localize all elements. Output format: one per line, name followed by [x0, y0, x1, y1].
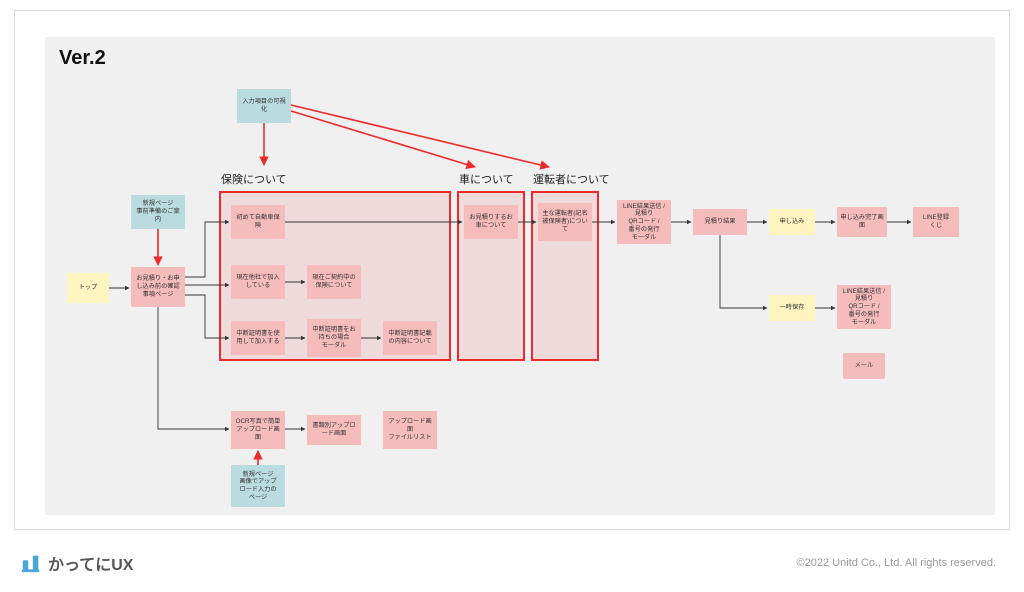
node-ocr-upload[interactable]: OCR写真で簡単アップロード画面 [231, 411, 285, 449]
node-have-interrupt[interactable]: 中断証明書をお持ちの場合モーダル [307, 319, 361, 357]
node-current-contract[interactable]: 現在ご契約中の保険について [307, 265, 361, 299]
group-label-insurance: 保険について [221, 171, 287, 187]
node-upload-list[interactable]: アップロード画面ファイルリスト [383, 411, 437, 449]
node-apply[interactable]: 申し込み [769, 209, 815, 235]
node-confirm[interactable]: お見積り・お申し込み前の確認事項ページ [131, 267, 185, 307]
node-apply-done[interactable]: 申し込み完了画面 [837, 207, 887, 237]
frame-outer: Ver.2 保険について 車について 運転者について 入力項目の可視化 トップ … [14, 10, 1010, 530]
node-interrupt-content[interactable]: 中断証明書記載の内容について [383, 321, 437, 355]
node-quote-result[interactable]: 見積り結果 [693, 209, 747, 235]
node-new-guide[interactable]: 新規ページ事前準備のご案内 [131, 195, 185, 229]
node-joined-other[interactable]: 現在他社で加入している [231, 265, 285, 299]
node-input-visualization[interactable]: 入力項目の可視化 [237, 89, 291, 123]
node-car-quote[interactable]: お見積りするお車について [464, 205, 518, 239]
node-new-upload-page[interactable]: 新規ページ画像でアップロード入力のページ [231, 465, 285, 507]
node-temp-save[interactable]: 一時保存 [769, 295, 815, 321]
footer: かってにUX ©2022 Unitd Co., Ltd. All rights … [0, 540, 1024, 592]
node-mail[interactable]: メール [843, 353, 885, 379]
canvas: Ver.2 保険について 車について 運転者について 入力項目の可視化 トップ … [45, 37, 995, 515]
copyright: ©2022 Unitd Co., Ltd. All rights reserve… [797, 557, 996, 569]
node-main-driver[interactable]: 主な運転者(記名被保険者)について [538, 203, 592, 241]
diagram-title: Ver.2 [59, 47, 106, 70]
group-label-car: 車について [459, 171, 514, 187]
brand-text: かってにUX [48, 551, 133, 575]
brand-logo-icon [20, 552, 42, 574]
node-top[interactable]: トップ [67, 273, 109, 303]
node-doc-upload[interactable]: 書類別アップロード画面 [307, 415, 361, 445]
group-label-driver: 運転者について [533, 171, 610, 187]
node-line-result-1[interactable]: LINE結果送信 /見積りQRコード /番号の発行モーダル [617, 200, 671, 244]
node-use-interrupt[interactable]: 中断証明書を使用して加入する [231, 321, 285, 355]
node-line-lottery[interactable]: LINE登録くじ [913, 207, 959, 237]
node-first-car[interactable]: 初めて自動車保険 [231, 205, 285, 239]
brand: かってにUX [20, 551, 133, 575]
node-line-result-2[interactable]: LINE結果送信 /見積りQRコード /番号の発行モーダル [837, 285, 891, 329]
